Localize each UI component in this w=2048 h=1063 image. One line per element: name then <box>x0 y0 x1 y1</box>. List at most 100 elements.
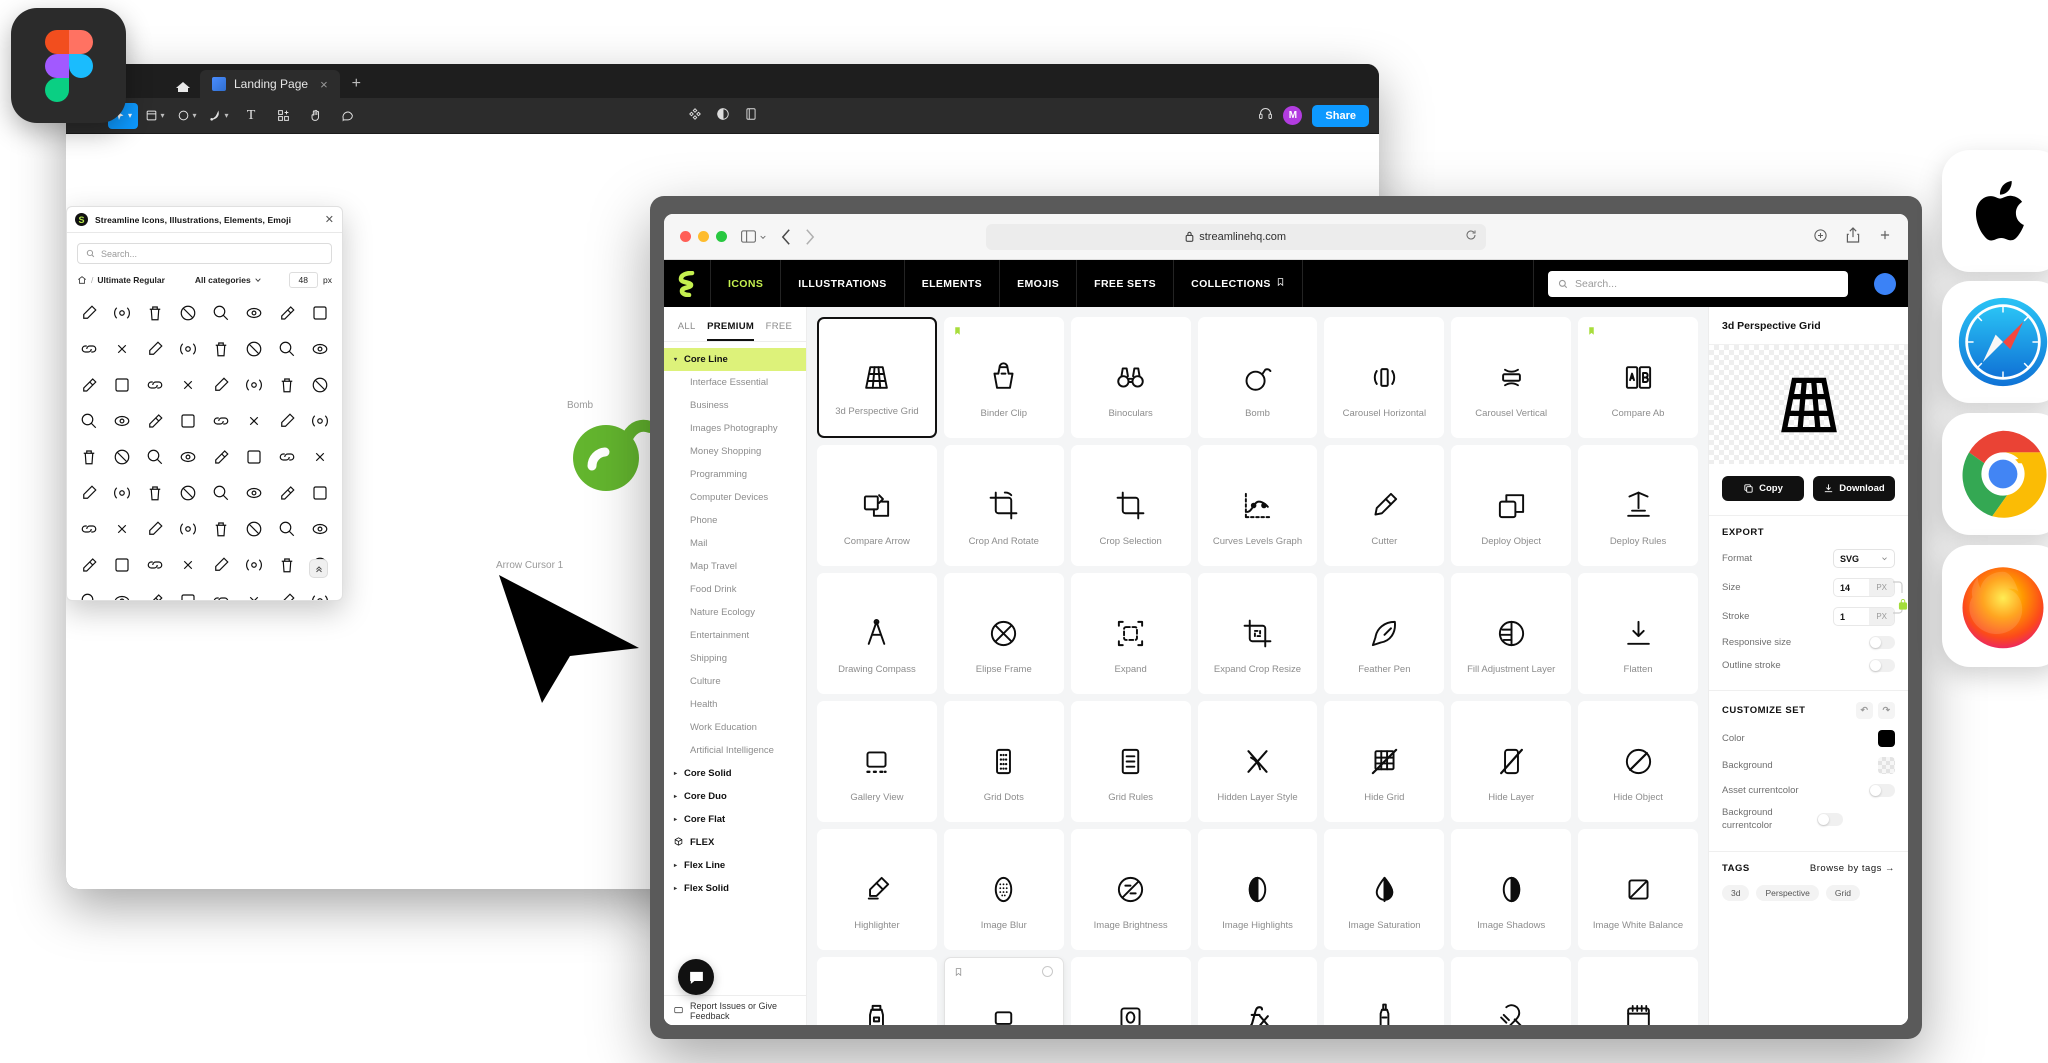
icon-card[interactable]: Image Shadows <box>1451 829 1572 950</box>
pen-tool[interactable]: ▾ <box>204 103 234 129</box>
sidebar-subcategory-map-travel[interactable]: Map Travel <box>664 555 806 578</box>
plugin-search-input[interactable]: Search... <box>77 243 332 264</box>
icon-card[interactable]: Image Brightness <box>1070 829 1191 950</box>
asset-currentcolor-toggle[interactable] <box>1869 784 1895 797</box>
extensions-icon[interactable] <box>1813 228 1828 246</box>
icon-card[interactable]: Landscape Setting <box>943 957 1064 1025</box>
plugin-icon-grid[interactable] <box>67 296 342 600</box>
site-search-input[interactable]: Search... <box>1548 270 1848 297</box>
sidebar-subcategory-interface-essential[interactable]: Interface Essential <box>664 371 806 394</box>
hand-tool[interactable] <box>300 103 330 129</box>
icon-card[interactable]: Layer Style <box>1197 957 1318 1025</box>
icon-card[interactable]: Highlighter <box>817 829 937 950</box>
figma-tab-landing-page[interactable]: Landing Page × <box>200 70 340 98</box>
sidebar-subcategory-images-photography[interactable]: Images Photography <box>664 417 806 440</box>
icon-card[interactable]: Grid Dots <box>943 701 1064 822</box>
comment-tool[interactable] <box>332 103 362 129</box>
share-button[interactable]: Share <box>1312 104 1369 127</box>
address-bar[interactable]: streamlinehq.com <box>985 223 1486 250</box>
sidebar-subcategory-shipping[interactable]: Shipping <box>664 647 806 670</box>
icon-card[interactable]: Flatten <box>1578 573 1698 694</box>
plugin-icon-export[interactable] <box>206 584 237 600</box>
plugin-icon-delete[interactable] <box>272 296 303 330</box>
plugin-icon-broadcast[interactable] <box>106 296 137 330</box>
plugin-icon-link-3[interactable] <box>206 512 237 546</box>
plugins-icon[interactable] <box>688 107 702 124</box>
nav-item-collections[interactable]: COLLECTIONS <box>1174 260 1303 307</box>
sidebar-category-list[interactable]: ▾ Core Line Interface Essential Business Ima… <box>664 348 806 1000</box>
color-swatch[interactable] <box>1878 730 1895 747</box>
sidebar-filter-tabs[interactable]: ALL PREMIUM FREE <box>664 307 806 341</box>
plugin-icon-scissors[interactable] <box>272 548 303 582</box>
lock-icon[interactable] <box>1898 598 1908 613</box>
icon-card[interactable]: Hide Object <box>1578 701 1698 822</box>
sidebar-subcategory-entertainment[interactable]: Entertainment <box>664 624 806 647</box>
share-icon[interactable] <box>1846 227 1860 246</box>
plugin-icon-location[interactable] <box>239 440 270 474</box>
sidebar-toggle-button[interactable] <box>741 230 767 243</box>
user-avatar[interactable] <box>1862 260 1908 307</box>
sidebar-subcategory-mail[interactable]: Mail <box>664 532 806 555</box>
plugin-set-selector[interactable]: / Ultimate Regular <box>77 275 165 285</box>
plugin-icon-eye-off[interactable] <box>305 404 336 438</box>
sidebar-subcategory-health[interactable]: Health <box>664 693 806 716</box>
icon-card[interactable]: Gallery View <box>817 701 937 822</box>
plugin-icon-cancel[interactable] <box>172 332 203 366</box>
redo-button[interactable]: ↷ <box>1878 702 1895 719</box>
tag-chip[interactable]: Grid <box>1825 884 1860 901</box>
stroke-input[interactable]: 1 PX <box>1833 607 1895 626</box>
sidebar-subcategory-work-education[interactable]: Work Education <box>664 716 806 739</box>
undo-button[interactable]: ↶ <box>1856 702 1873 719</box>
plugin-icon-headphones[interactable] <box>206 368 237 402</box>
icon-card[interactable]: Image White Balance <box>1578 829 1698 950</box>
icon-card[interactable]: Layer Mask <box>1070 957 1191 1025</box>
browse-by-tags-link[interactable]: Browse by tags → <box>1810 863 1895 874</box>
plugin-icon-wave[interactable] <box>106 404 137 438</box>
maximize-window-button[interactable] <box>716 231 727 242</box>
plugin-icon-link-4[interactable] <box>239 512 270 546</box>
new-tab-icon[interactable] <box>1878 228 1892 245</box>
plugin-icon-no-entry[interactable] <box>139 332 170 366</box>
plugin-icon-sync[interactable] <box>172 368 203 402</box>
tag-chip[interactable]: 3d <box>1722 884 1750 901</box>
plugin-icon-scan[interactable] <box>106 476 137 510</box>
report-issues-link[interactable]: Report Issues or Give Feedback <box>664 995 806 1025</box>
plugin-icon-share-5[interactable] <box>139 584 170 600</box>
icon-card[interactable]: Carousel Vertical <box>1451 317 1572 438</box>
sidebar-subcategory-phone[interactable]: Phone <box>664 509 806 532</box>
icon-card[interactable]: Image Saturation <box>1324 829 1445 950</box>
icon-card[interactable]: Expand Crop Resize <box>1197 573 1318 694</box>
icon-card[interactable]: Expand <box>1070 573 1191 694</box>
sidebar-group-core-solid[interactable]: ▸ Core Solid <box>664 762 806 785</box>
plugin-icon-trash[interactable] <box>206 296 237 330</box>
icon-card[interactable]: Feather Pen <box>1324 573 1445 694</box>
plugin-icon-skull[interactable] <box>73 332 104 366</box>
sidebar-subcategory-culture[interactable]: Culture <box>664 670 806 693</box>
plugin-icon-eye[interactable] <box>172 404 203 438</box>
plugin-icon-cross[interactable] <box>106 548 137 582</box>
sidebar-group-flex-solid[interactable]: ▸ Flex Solid <box>664 877 806 900</box>
icon-card[interactable]: Fill Adjustment Layer <box>1451 573 1572 694</box>
icon-card[interactable]: Binoculars <box>1070 317 1191 438</box>
plugin-icon-share-6[interactable] <box>172 584 203 600</box>
background-swatch[interactable] <box>1878 757 1895 774</box>
plugin-icon-chip[interactable] <box>305 368 336 402</box>
plugin-icon-clip[interactable] <box>272 476 303 510</box>
plugin-icon-recycle[interactable] <box>106 332 137 366</box>
forward-button[interactable] <box>805 228 815 245</box>
plugin-icon-link-2[interactable] <box>172 512 203 546</box>
plugin-icon-attach[interactable] <box>305 476 336 510</box>
sidebar-group-core-duo[interactable]: ▸ Core Duo <box>664 785 806 808</box>
plugin-icon-wave-2[interactable] <box>139 404 170 438</box>
plugin-icon-cup[interactable] <box>272 332 303 366</box>
plugin-icon-arrow-up[interactable] <box>239 584 270 600</box>
sidebar-tab-premium[interactable]: PREMIUM <box>707 321 755 341</box>
sidebar-subcategory-business[interactable]: Business <box>664 394 806 417</box>
plugin-icon-share[interactable] <box>139 548 170 582</box>
icon-card[interactable]: Liquid Glue <box>1324 957 1445 1025</box>
sidebar-tab-free[interactable]: FREE <box>766 321 793 341</box>
sidebar-group-flex-line[interactable]: ▸ Flex Line <box>664 854 806 877</box>
canvas-object-bomb[interactable] <box>566 410 658 497</box>
plugin-icon-pen-edit[interactable] <box>73 296 104 330</box>
icon-card[interactable]: Hidden Layer Style <box>1197 701 1318 822</box>
